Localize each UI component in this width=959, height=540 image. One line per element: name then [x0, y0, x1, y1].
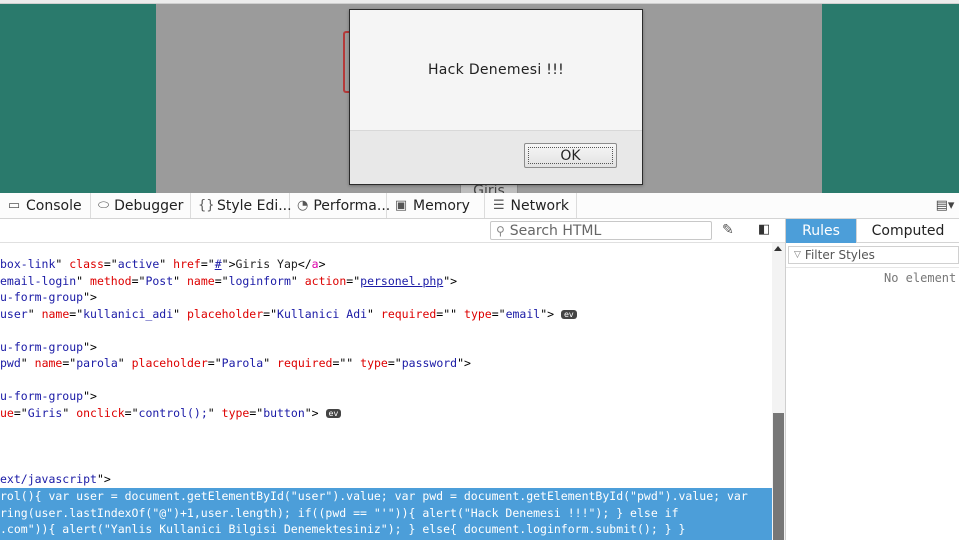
screen: Giris Hack Denemesi !!! OK ▭ Console ⬭ D…	[0, 0, 959, 540]
script-line: ring(user.lastIndexOf("@")+1,user.length…	[0, 505, 679, 520]
search-html-input[interactable]	[509, 222, 700, 239]
no-element-message: No element	[884, 271, 957, 285]
filter-divider	[786, 267, 959, 268]
tab-label: Console	[26, 197, 82, 214]
tab-rules[interactable]: Rules	[786, 219, 856, 243]
tab-label: Memory	[413, 197, 470, 214]
tab-memory[interactable]: ▣ Memory	[387, 193, 485, 218]
tab-console[interactable]: ▭ Console	[0, 193, 91, 218]
tab-network[interactable]: ☰ Network	[485, 193, 577, 218]
memory-icon: ▣	[394, 198, 408, 213]
tab-label: Performa...	[313, 197, 391, 214]
ok-button[interactable]: OK	[524, 143, 617, 168]
filter-styles-input[interactable]	[804, 248, 945, 262]
markup-line[interactable]: ue="Giris" onclick="control();" type="bu…	[0, 405, 342, 422]
alert-message: Hack Denemesi !!!	[427, 62, 565, 78]
markup-line[interactable]: pwd" name="parola" placeholder="Parola" …	[0, 355, 471, 372]
script-line: rol(){ var user = document.getElementByI…	[0, 489, 748, 503]
markup-line[interactable]: email-login" method="Post" name="loginfo…	[0, 273, 457, 290]
rules-side-panel: Rules Computed ▽ No element	[786, 219, 959, 540]
markup-tree: box-link" class="active" href="#">Giris …	[0, 256, 772, 486]
performance-icon: ◔	[297, 198, 309, 213]
devtools-toolbar: ▭ Console ⬭ Debugger {} Style Edi... ◔ P…	[0, 193, 959, 219]
toggle-sidebar-icon[interactable]: ◧	[758, 222, 770, 237]
markup-line[interactable]: user" name="kullanici_adi" placeholder="…	[0, 306, 577, 323]
markup-search-row: ⚲ ✎ ◧	[0, 219, 785, 243]
tab-computed[interactable]: Computed	[856, 219, 959, 243]
side-panel-tabs: Rules Computed	[786, 219, 959, 243]
console-icon: ▭	[7, 198, 21, 213]
alert-dialog: Hack Denemesi !!! OK	[349, 9, 643, 185]
script-line: .com")){ alert("Yanlis Kullanici Bilgisi…	[0, 522, 686, 536]
tab-label: Network	[510, 197, 569, 214]
search-icon: ⚲	[496, 223, 505, 238]
debugger-icon: ⬭	[98, 198, 110, 213]
markup-line[interactable]: ext/javascript">	[0, 471, 111, 488]
network-icon: ☰	[492, 198, 505, 213]
dock-icon[interactable]: ▤▾	[931, 193, 959, 218]
braces-icon: {}	[198, 198, 215, 213]
scrollbar-thumb[interactable]	[773, 413, 784, 540]
filter-icon: ▽	[794, 250, 801, 260]
markup-scrollbar[interactable]	[772, 243, 785, 540]
eyedropper-icon[interactable]: ✎	[722, 222, 734, 238]
selected-script-node[interactable]: rol(){ var user = document.getElementByI…	[0, 488, 772, 540]
tab-debugger[interactable]: ⬭ Debugger	[91, 193, 191, 218]
markup-line[interactable]: u-form-group">	[0, 388, 97, 405]
tab-style-editor[interactable]: {} Style Edi...	[191, 193, 292, 218]
page-viewport: Giris Hack Denemesi !!! OK	[0, 0, 959, 193]
search-html-box[interactable]: ⚲	[490, 221, 712, 240]
markup-line[interactable]: u-form-group">	[0, 339, 97, 356]
scroll-up-arrow-icon[interactable]	[774, 246, 782, 251]
markup-line[interactable]: u-form-group">	[0, 289, 97, 306]
alert-button-bar: OK	[350, 130, 642, 184]
filter-styles-box[interactable]: ▽	[788, 246, 959, 264]
markup-line[interactable]: box-link" class="active" href="#">Giris …	[0, 256, 326, 273]
tab-performance[interactable]: ◔ Performa...	[290, 193, 391, 218]
event-badge[interactable]: ev	[325, 408, 342, 418]
event-badge[interactable]: ev	[560, 309, 577, 319]
tab-label: Style Edi...	[217, 197, 292, 214]
tab-label: Debugger	[114, 197, 184, 214]
